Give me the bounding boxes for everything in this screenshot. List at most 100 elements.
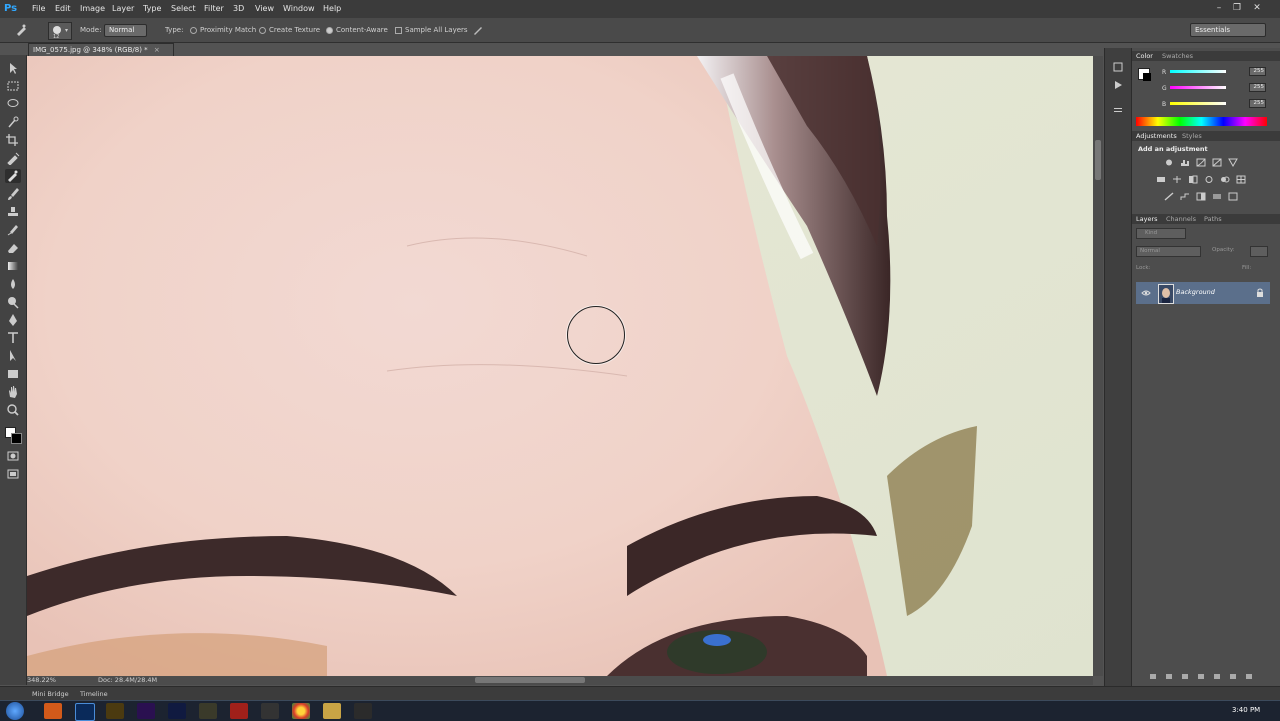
color-lookup-icon[interactable] <box>1236 175 1246 184</box>
tab-layers[interactable]: Layers <box>1136 215 1158 224</box>
start-button-icon[interactable] <box>6 702 24 720</box>
color-background-swatch[interactable] <box>1143 73 1151 81</box>
taskbar-premiere-icon[interactable] <box>137 703 155 719</box>
menu-view[interactable]: View <box>255 0 274 18</box>
tab-styles[interactable]: Styles <box>1182 132 1202 141</box>
channel-b-slider[interactable] <box>1170 102 1226 105</box>
pressure-size-icon[interactable] <box>472 24 484 36</box>
vibrance-icon[interactable] <box>1228 158 1238 168</box>
history-icon[interactable] <box>1113 62 1123 72</box>
taskbar-bridge-icon[interactable] <box>106 703 124 719</box>
selective-color-icon[interactable] <box>1228 192 1238 201</box>
taskbar-app3-icon[interactable] <box>230 703 248 719</box>
layer-row-background[interactable]: Background <box>1136 282 1270 304</box>
gradient-map-icon[interactable] <box>1212 192 1222 201</box>
document-tab[interactable]: IMG_0575.jpg @ 348% (RGB/8) * × <box>28 43 174 56</box>
path-selection-tool-icon[interactable] <box>5 349 21 363</box>
spot-healing-tool-icon[interactable] <box>5 169 21 183</box>
tab-swatches[interactable]: Swatches <box>1162 52 1193 61</box>
vertical-scroll-thumb[interactable] <box>1095 140 1101 180</box>
invert-icon[interactable] <box>1164 192 1174 201</box>
brush-tool-icon[interactable] <box>5 187 21 201</box>
dodge-tool-icon[interactable] <box>5 295 21 309</box>
blur-tool-icon[interactable] <box>5 277 21 291</box>
timeline-tab[interactable]: Timeline <box>80 689 108 699</box>
history-brush-tool-icon[interactable] <box>5 223 21 237</box>
hand-tool-icon[interactable] <box>5 385 21 399</box>
tab-channels[interactable]: Channels <box>1166 215 1196 224</box>
blend-mode-select[interactable]: Normal <box>1136 246 1201 257</box>
menu-edit[interactable]: Edit <box>55 0 71 18</box>
content-aware-radio[interactable]: Content-Aware <box>326 25 388 35</box>
menu-3d[interactable]: 3D <box>233 0 244 18</box>
menu-help[interactable]: Help <box>323 0 341 18</box>
background-color-swatch[interactable] <box>11 433 22 444</box>
restore-icon[interactable]: ❐ <box>1230 2 1244 14</box>
create-texture-radio[interactable]: Create Texture <box>259 25 320 35</box>
marquee-tool-icon[interactable] <box>5 79 21 93</box>
eyedropper-tool-icon[interactable] <box>5 151 21 166</box>
photo-filter-icon[interactable] <box>1204 175 1214 184</box>
workspace-switcher[interactable]: Essentials <box>1190 23 1266 37</box>
quick-selection-tool-icon[interactable] <box>5 115 21 129</box>
menu-type[interactable]: Type <box>143 0 161 18</box>
crop-tool-icon[interactable] <box>5 133 21 147</box>
menu-layer[interactable]: Layer <box>112 0 134 18</box>
channel-b-value[interactable]: 255 <box>1249 99 1266 108</box>
channel-r-value[interactable]: 255 <box>1249 67 1266 76</box>
clone-stamp-tool-icon[interactable] <box>5 205 21 219</box>
menu-window[interactable]: Window <box>283 0 315 18</box>
close-tab-icon[interactable]: × <box>154 46 160 54</box>
pen-tool-icon[interactable] <box>5 313 21 327</box>
black-white-icon[interactable] <box>1188 175 1198 184</box>
taskbar-photoshop-icon[interactable] <box>75 703 95 721</box>
exposure-icon[interactable] <box>1212 158 1222 167</box>
mode-select[interactable]: Normal <box>104 24 148 37</box>
taskbar-clock[interactable]: 3:40 PM <box>1232 706 1260 714</box>
rectangle-tool-icon[interactable] <box>5 367 21 381</box>
move-tool-icon[interactable] <box>5 61 21 75</box>
taskbar-audition-icon[interactable] <box>168 703 186 719</box>
play-icon[interactable] <box>1113 80 1123 90</box>
type-tool-icon[interactable] <box>5 331 21 345</box>
sample-all-layers-checkbox[interactable]: Sample All Layers <box>395 25 468 35</box>
tab-paths[interactable]: Paths <box>1204 215 1222 224</box>
color-spectrum[interactable] <box>1136 117 1267 126</box>
document-canvas[interactable] <box>27 56 1093 676</box>
menu-file[interactable]: File <box>32 0 45 18</box>
threshold-icon[interactable] <box>1196 192 1206 201</box>
color-balance-icon[interactable] <box>1172 175 1182 184</box>
brightness-contrast-icon[interactable] <box>1164 158 1174 167</box>
minimize-icon[interactable]: – <box>1212 2 1226 14</box>
channel-g-slider[interactable] <box>1170 86 1226 89</box>
taskbar-app5-icon[interactable] <box>354 703 372 719</box>
menu-filter[interactable]: Filter <box>204 0 224 18</box>
taskbar-app-icon[interactable] <box>44 703 62 719</box>
tab-color[interactable]: Color <box>1136 52 1153 61</box>
brush-preset-picker[interactable]: 12 <box>48 22 72 40</box>
properties-icon[interactable] <box>1113 106 1123 116</box>
curves-icon[interactable] <box>1196 158 1206 167</box>
menu-select[interactable]: Select <box>171 0 196 18</box>
proximity-match-radio[interactable]: Proximity Match <box>190 25 256 35</box>
tab-adjustments[interactable]: Adjustments <box>1136 132 1177 141</box>
gradient-tool-icon[interactable] <box>5 259 21 273</box>
horizontal-scroll-thumb[interactable] <box>475 677 585 683</box>
hue-saturation-icon[interactable] <box>1156 175 1166 184</box>
channel-r-slider[interactable] <box>1170 70 1226 73</box>
zoom-tool-icon[interactable] <box>5 403 21 417</box>
taskbar-app2-icon[interactable] <box>199 703 217 719</box>
spot-healing-brush-icon[interactable] <box>14 23 28 37</box>
opacity-field[interactable] <box>1250 246 1268 257</box>
taskbar-app4-icon[interactable] <box>261 703 279 719</box>
menu-image[interactable]: Image <box>80 0 105 18</box>
channel-mixer-icon[interactable] <box>1220 175 1230 184</box>
taskbar-chrome-icon[interactable] <box>292 703 310 719</box>
layer-visibility-eye-icon[interactable] <box>1141 288 1151 298</box>
posterize-icon[interactable] <box>1180 192 1190 201</box>
screen-mode-icon[interactable] <box>5 467 21 481</box>
close-icon[interactable]: ✕ <box>1250 2 1264 14</box>
lasso-tool-icon[interactable] <box>5 97 21 111</box>
layer-kind-filter[interactable]: Kind <box>1136 228 1186 239</box>
eraser-tool-icon[interactable] <box>5 241 21 255</box>
